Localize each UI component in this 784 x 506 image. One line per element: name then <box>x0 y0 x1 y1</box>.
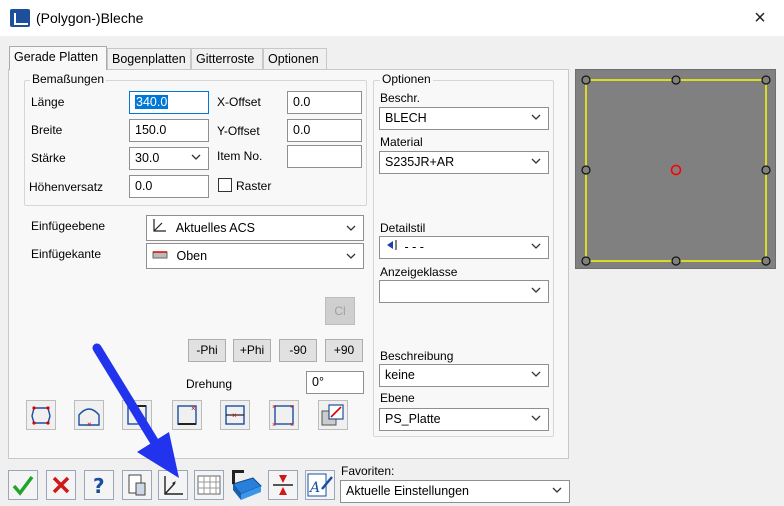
anzeigeklasse-label: Anzeigeklasse <box>380 265 458 279</box>
material-select[interactable]: S235JR+AR <box>379 151 549 174</box>
polygon-shape-icon[interactable] <box>26 400 56 430</box>
ebene-label: Ebene <box>380 391 415 405</box>
plate-edge-icon <box>152 245 168 269</box>
app-icon <box>10 9 30 27</box>
beschr-label: Beschr. <box>380 91 421 105</box>
detail-marker-icon <box>385 237 397 258</box>
chevron-down-icon <box>345 250 357 262</box>
ebene-value: PS_Platte <box>385 412 441 426</box>
breite-label: Breite <box>31 123 63 137</box>
chevron-down-icon <box>190 151 202 163</box>
einfuegekante-label: Einfügekante <box>31 247 102 261</box>
text-style-icon[interactable]: A <box>305 470 335 500</box>
drehung-input[interactable]: 0° <box>306 371 364 394</box>
svg-text:×: × <box>232 411 237 420</box>
xoffset-label: X-Offset <box>217 95 261 109</box>
favoriten-value: Aktuelle Einstellungen <box>346 484 469 498</box>
window-title: (Polygon-)Bleche <box>36 10 144 26</box>
tab-optionen[interactable]: Optionen <box>263 48 327 69</box>
raster-checkbox[interactable] <box>218 178 232 192</box>
xoffset-input[interactable]: 0.0 <box>287 91 362 114</box>
cancel-x-icon[interactable] <box>46 470 76 500</box>
chevron-down-icon <box>530 111 542 123</box>
hoehenversatz-input[interactable]: 0.0 <box>129 175 209 198</box>
beschreibung-label: Beschreibung <box>380 349 454 363</box>
chevron-down-icon <box>530 155 542 167</box>
vertex-handle <box>581 256 591 266</box>
staerke-value: 30.0 <box>135 151 160 165</box>
einfuegekante-value: Oben <box>176 249 208 263</box>
axis-icon <box>152 217 168 241</box>
ebene-select[interactable]: PS_Platte <box>379 408 549 431</box>
rect-corners-icon[interactable]: × × × × <box>269 400 299 430</box>
anzeigeklasse-select[interactable] <box>379 280 549 303</box>
vertex-handle <box>761 75 771 85</box>
chevron-down-icon <box>551 484 563 496</box>
einfuegekante-select[interactable]: Oben <box>146 243 364 269</box>
beschreibung-value: keine <box>385 368 415 382</box>
svg-text:×: × <box>272 422 276 429</box>
itemno-label: Item No. <box>217 149 263 163</box>
laenge-label: Länge <box>31 95 65 109</box>
vertex-handle <box>581 165 591 175</box>
beschr-select[interactable]: BLECH <box>379 107 549 130</box>
svg-text:×: × <box>272 404 276 411</box>
ok-check-icon[interactable] <box>8 470 38 500</box>
cl-button[interactable]: Cl <box>325 297 355 325</box>
favoriten-label: Favoriten: <box>341 464 395 478</box>
vertex-handle <box>761 256 771 266</box>
center-marker <box>670 164 682 176</box>
yoffset-label: Y-Offset <box>217 124 260 138</box>
plate-3d-icon[interactable] <box>229 468 263 502</box>
laenge-input[interactable]: 340.0 <box>129 91 209 114</box>
material-label: Material <box>380 135 423 149</box>
options-group-label: Optionen <box>380 72 433 86</box>
einfuegeebene-value: Aktuelles ACS <box>175 221 256 235</box>
hoehenversatz-label: Höhenversatz <box>29 180 104 194</box>
plate-outline <box>585 79 767 262</box>
detailstil-value: - - - <box>404 240 424 254</box>
detailstil-label: Detailstil <box>380 221 426 235</box>
chevron-down-icon <box>530 412 542 424</box>
plus-90-button[interactable]: +90 <box>325 339 363 362</box>
close-icon[interactable]: × <box>748 6 772 30</box>
breite-input[interactable]: 150.0 <box>129 119 209 142</box>
svg-text:×: × <box>290 404 294 411</box>
einfuegeebene-select[interactable]: Aktuelles ACS <box>146 215 364 241</box>
vertex-handle <box>671 256 681 266</box>
tab-gerade-platten[interactable]: Gerade Platten <box>9 46 107 70</box>
rect-pick-icon[interactable] <box>318 400 348 430</box>
vertex-handle <box>581 75 591 85</box>
vertex-handle <box>671 75 681 85</box>
raster-label: Raster <box>236 179 272 193</box>
einfuegeebene-label: Einfügeebene <box>31 219 106 233</box>
plate-preview <box>575 69 776 269</box>
svg-text:A: A <box>308 480 320 496</box>
chevron-down-icon <box>530 368 542 380</box>
itemno-input[interactable] <box>287 145 362 168</box>
beschreibung-select[interactable]: keine <box>379 364 549 387</box>
minus-90-button[interactable]: -90 <box>279 339 317 362</box>
annotation-arrow <box>85 340 195 480</box>
chevron-down-icon <box>530 240 542 252</box>
staerke-label: Stärke <box>31 151 66 165</box>
tab-gitterroste[interactable]: Gitterroste <box>191 48 263 69</box>
dimensions-group-label: Bemaßungen <box>30 72 107 86</box>
tab-bogenplatten[interactable]: Bogenplatten <box>107 48 191 69</box>
material-value: S235JR+AR <box>385 155 455 169</box>
chevron-down-icon <box>530 284 542 296</box>
svg-text:×: × <box>290 422 294 429</box>
offset-align-icon[interactable] <box>268 470 298 500</box>
rect-center-icon[interactable]: × <box>220 400 250 430</box>
staerke-select[interactable]: 30.0 <box>129 147 209 170</box>
plus-phi-button[interactable]: +Phi <box>233 339 271 362</box>
beschr-value: BLECH <box>385 111 427 125</box>
grid-table-icon[interactable] <box>194 470 224 500</box>
favoriten-select[interactable]: Aktuelle Einstellungen <box>340 480 570 503</box>
vertex-handle <box>761 165 771 175</box>
chevron-down-icon <box>345 222 357 234</box>
detailstil-select[interactable]: - - - <box>379 236 549 259</box>
yoffset-input[interactable]: 0.0 <box>287 119 362 142</box>
